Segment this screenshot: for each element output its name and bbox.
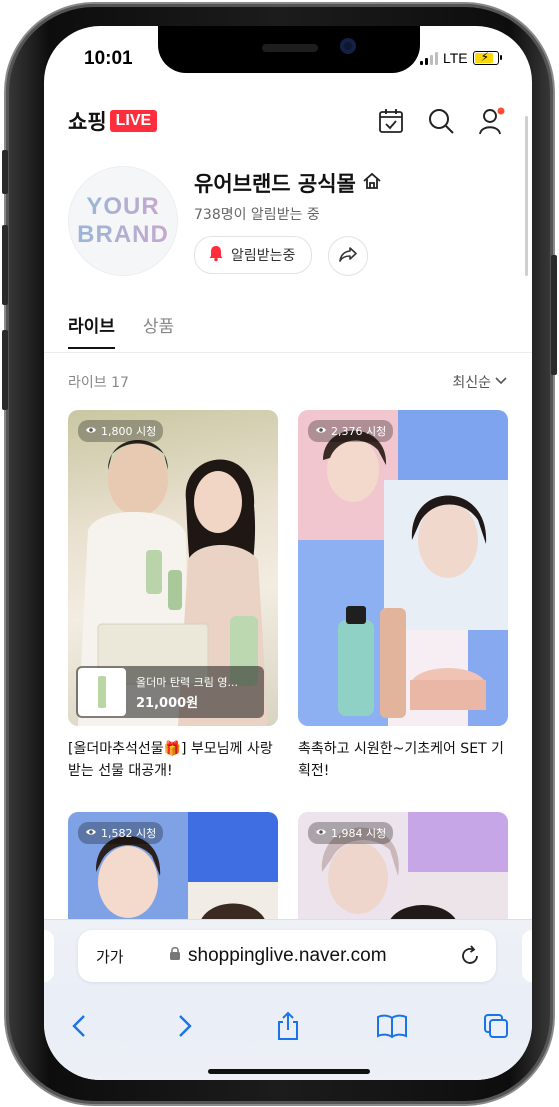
tab-live[interactable]: 라이브 [68, 312, 115, 349]
volume-down-button [2, 330, 8, 410]
browser-toolbar: 가가 shoppinglive.naver.com [44, 919, 532, 1080]
logo-live-badge: LIVE [109, 110, 158, 132]
store-name[interactable]: 유어브랜드 공식몰 [194, 168, 382, 198]
chevron-down-icon [494, 373, 508, 391]
shopping-live-logo[interactable]: 쇼핑 LIVE [68, 106, 158, 136]
chevron-left-icon[interactable] [58, 1004, 102, 1048]
reload-icon[interactable] [458, 944, 482, 972]
view-count-badge: 1,984 시청 [308, 822, 394, 844]
view-count: 2,376 시청 [331, 425, 387, 438]
view-count: 1,800 시청 [101, 425, 157, 438]
store-name-text: 유어브랜드 공식몰 [194, 172, 356, 196]
brand-avatar: YOUR BRAND [68, 166, 178, 276]
subscriber-count: 738명이 알림받는 중 [194, 207, 320, 223]
tab-products[interactable]: 상품 [143, 312, 174, 349]
view-count: 1,582 시청 [101, 827, 157, 840]
home-icon [362, 171, 382, 196]
status-indicators: LTE ⚡ [420, 50, 502, 66]
logo-text: 쇼핑 [68, 110, 107, 134]
featured-product[interactable]: 올더마 탄력 크림 영... 21,000원 [76, 666, 264, 718]
scroll-indicator[interactable] [525, 116, 528, 276]
sort-label: 최신순 [452, 375, 491, 391]
phone-screen: 10:01 LTE ⚡ 쇼핑 LIVE YOUR BRAND 유어브랜드 공식몰… [44, 26, 532, 1080]
calendar-check-icon[interactable] [376, 106, 406, 136]
network-label: LTE [443, 50, 468, 66]
eye-icon [315, 826, 327, 841]
status-time: 10:01 [84, 48, 133, 69]
browser-nav-row [44, 1004, 532, 1048]
book-icon[interactable] [370, 1004, 414, 1048]
share-icon [338, 244, 358, 268]
live-card-2-image [298, 410, 508, 726]
next-tab-peek[interactable] [522, 930, 532, 982]
power-button [551, 255, 557, 375]
sort-dropdown[interactable]: 최신순 [452, 372, 508, 392]
user-icon[interactable] [476, 106, 506, 136]
live-count: 라이브 17 [68, 375, 129, 391]
eye-icon [85, 424, 97, 439]
lock-icon [168, 945, 182, 967]
view-count-badge: 1,800 시청 [78, 420, 164, 442]
text-size-button[interactable]: 가가 [96, 946, 124, 967]
bell-icon [207, 244, 225, 266]
url-text: shoppinglive.naver.com [188, 945, 387, 966]
view-count-badge: 2,376 시청 [308, 420, 394, 442]
product-price: 21,000원 [136, 695, 199, 711]
volume-up-button [2, 225, 8, 305]
share-button[interactable] [328, 236, 368, 276]
notch [158, 26, 420, 73]
avatar-line-1: YOUR [86, 193, 160, 220]
tabs-divider [44, 352, 532, 353]
product-name: 올더마 탄력 크림 영... [136, 675, 238, 689]
tabs-icon[interactable] [474, 1004, 518, 1048]
live-card-2-title[interactable]: 촉촉하고 시원한~기초케어 SET 기획전! [298, 738, 513, 782]
view-count: 1,984 시청 [331, 827, 387, 840]
address-bar[interactable]: 가가 shoppinglive.naver.com [78, 930, 496, 982]
live-card-1[interactable]: 1,800 시청 올더마 탄력 크림 영... 21,000원 [68, 410, 278, 726]
live-card-1-title[interactable]: [올더마추석선물🎁] 부모님께 사랑 받는 선물 대공개! [68, 738, 283, 782]
home-indicator[interactable] [208, 1069, 370, 1074]
battery-icon: ⚡ [472, 50, 502, 65]
signal-icon [420, 51, 438, 65]
mute-switch [2, 150, 8, 194]
front-camera [340, 38, 356, 54]
url-display[interactable]: shoppinglive.naver.com [168, 945, 387, 967]
alarm-button-label: 알림받는중 [231, 248, 296, 264]
tab-bar: 라이브 상품 [68, 312, 174, 349]
live-card-2[interactable]: 2,376 시청 [298, 410, 508, 726]
eye-icon [85, 826, 97, 841]
alarm-button[interactable]: 알림받는중 [194, 236, 313, 274]
chevron-right-icon[interactable] [162, 1004, 206, 1048]
search-icon[interactable] [426, 106, 456, 136]
previous-tab-peek[interactable] [44, 930, 54, 982]
avatar-line-2: BRAND [77, 221, 169, 248]
share-sheet-icon[interactable] [266, 1004, 310, 1048]
product-thumbnail [78, 668, 126, 716]
earpiece [262, 44, 318, 52]
eye-icon [315, 424, 327, 439]
view-count-badge: 1,582 시청 [78, 822, 164, 844]
